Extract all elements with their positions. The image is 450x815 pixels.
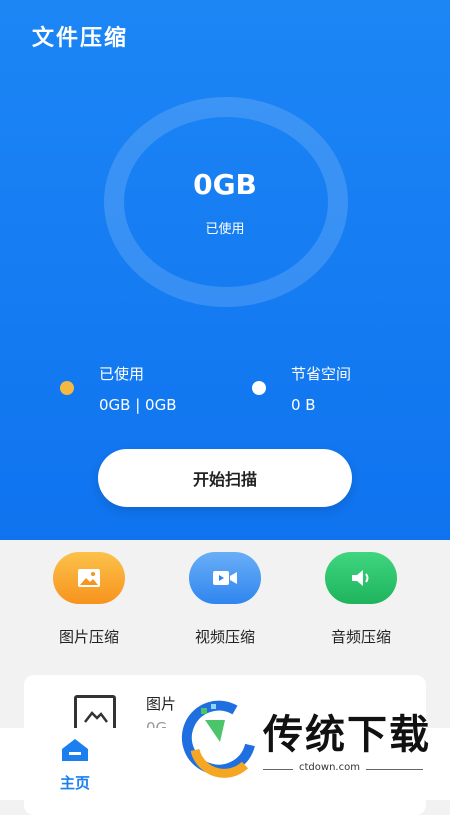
storage-ring bbox=[104, 97, 348, 307]
tool-label: 音频压缩 bbox=[330, 628, 391, 646]
storage-used-label: 已使用 bbox=[205, 222, 245, 237]
home-icon bbox=[62, 739, 88, 761]
header-hero: 文件压缩 0GB 已使用 已使用 0GB | 0GB 节省空间 0 B 开始扫描 bbox=[0, 0, 450, 540]
video-camera-icon bbox=[189, 552, 261, 604]
watermark-logo-icon bbox=[181, 700, 255, 778]
watermark-brand: 传统下载 bbox=[263, 712, 431, 758]
nav-home-label: 主页 bbox=[59, 774, 90, 792]
watermark-url: ctdown.com bbox=[293, 762, 366, 773]
saved-value: 0 B bbox=[291, 396, 316, 414]
storage-used-value: 0GB bbox=[193, 168, 257, 201]
tool-audio-compress[interactable]: 音频压缩 bbox=[306, 552, 416, 647]
app-title: 文件压缩 bbox=[32, 26, 129, 51]
saved-dot-icon bbox=[252, 381, 266, 395]
tool-video-compress[interactable]: 视频压缩 bbox=[170, 552, 280, 647]
speaker-icon bbox=[325, 552, 397, 604]
tool-label: 图片压缩 bbox=[58, 628, 119, 646]
nav-home[interactable]: 主页 bbox=[45, 738, 105, 793]
tool-label: 视频压缩 bbox=[194, 628, 255, 646]
used-label: 已使用 bbox=[99, 365, 145, 383]
used-dot-icon bbox=[60, 381, 74, 395]
saved-label: 节省空间 bbox=[291, 365, 352, 383]
tool-image-compress[interactable]: 图片压缩 bbox=[34, 552, 144, 647]
image-icon bbox=[53, 552, 125, 604]
start-scan-button[interactable]: 开始扫描 bbox=[98, 449, 352, 507]
used-value: 0GB | 0GB bbox=[99, 396, 177, 414]
watermark: 传统下载 ctdown.com bbox=[175, 690, 435, 790]
card-title: 图片 bbox=[146, 695, 177, 713]
